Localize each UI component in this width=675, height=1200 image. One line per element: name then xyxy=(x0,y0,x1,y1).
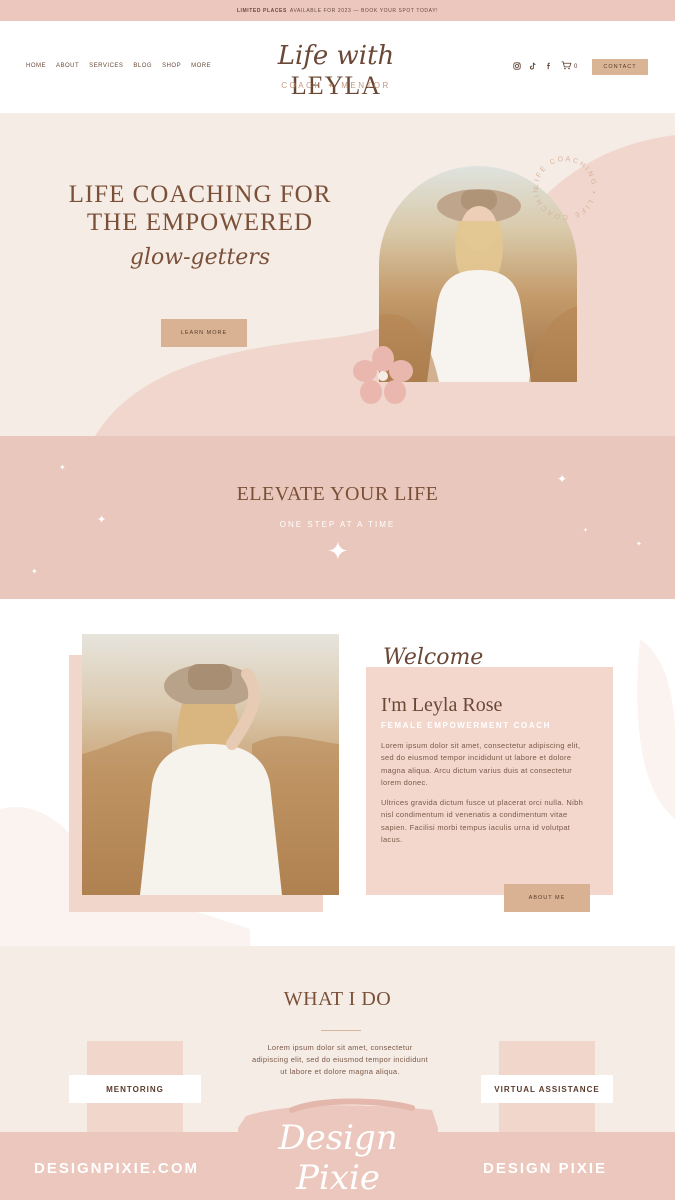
nav-services[interactable]: SERVICES xyxy=(89,63,123,69)
announcement-text: AVAILABLE FOR 2023 — BOOK YOUR SPOT TODA… xyxy=(289,7,439,14)
cart-icon[interactable] xyxy=(561,61,572,72)
about-paragraph-1: Lorem ipsum dolor sit amet, consectetur … xyxy=(381,741,581,787)
site-logo[interactable]: Life with LEYLA xyxy=(236,41,436,100)
footer-brand-name: DESIGN PIXIE xyxy=(483,1160,608,1177)
instagram-icon[interactable] xyxy=(513,61,521,72)
about-paragraph-2: Ultrices gravida dictum fusce ut placera… xyxy=(381,798,584,844)
nav-shop[interactable]: SHOP xyxy=(162,63,181,69)
facebook-icon[interactable] xyxy=(545,62,553,72)
learn-more-button[interactable]: LEARN MORE xyxy=(161,319,247,347)
nav-about[interactable]: ABOUT xyxy=(56,63,79,69)
nav-blog[interactable]: BLOG xyxy=(133,63,152,69)
hero-section: LIFE COACHING FOR THE EMPOWERED glow-get… xyxy=(0,113,675,436)
logo-script: Life with xyxy=(277,41,395,71)
about-role: FEMALE EMPOWERMENT COACH xyxy=(381,721,551,730)
nav-home[interactable]: HOME xyxy=(26,63,46,69)
sparkle-icon: ✦ xyxy=(59,463,66,472)
sparkle-icon: ✦ xyxy=(97,514,107,526)
hero-title: LIFE COACHING FOR THE EMPOWERED xyxy=(60,181,340,237)
announcement-bar: LIMITED PLACES AVAILABLE FOR 2023 — BOOK… xyxy=(0,0,675,21)
sparkle-icon: ✦ xyxy=(636,541,642,548)
sparkle-icon: ✦ xyxy=(327,536,349,566)
main-nav: HOME ABOUT SERVICES BLOG SHOP MORE xyxy=(26,63,211,69)
footer-brand-logo: Design Pixie xyxy=(278,1118,398,1198)
contact-button[interactable]: CONTACT xyxy=(592,59,648,75)
title-divider xyxy=(321,1030,361,1031)
welcome-script: Welcome xyxy=(383,645,484,670)
life-coaching-circle-text: LIFE COACHING • LIFE COACHING • xyxy=(530,153,597,220)
flower-icon xyxy=(353,346,413,404)
about-name: I'm Leyla Rose xyxy=(381,694,503,716)
sparkle-icon: ✦ xyxy=(583,528,589,534)
sparkle-icon: ✦ xyxy=(31,567,38,576)
about-section: Welcome I'm Leyla Rose FEMALE EMPOWERMEN… xyxy=(0,599,675,946)
hero-script: glow-getters xyxy=(129,245,271,270)
footer-website[interactable]: DESIGNPIXIE.COM xyxy=(34,1160,199,1177)
services-intro: Lorem ipsum dolor sit amet, consectetur … xyxy=(251,1043,429,1076)
service-virtual-assistance[interactable]: VIRTUAL ASSISTANCE xyxy=(481,1075,613,1103)
about-photo xyxy=(82,634,339,895)
social-links: 0 xyxy=(513,61,577,72)
elevate-band: ELEVATE YOUR LIFE ONE STEP AT A TIME ✦ ✦… xyxy=(0,436,675,599)
nav-more[interactable]: MORE xyxy=(191,63,211,69)
logo-tagline: COACH ✦ MENTOR xyxy=(281,81,391,90)
services-title: WHAT I DO xyxy=(283,988,392,1010)
site-header: HOME ABOUT SERVICES BLOG SHOP MORE Life … xyxy=(0,21,675,113)
hero-title-line-2: THE EMPOWERED xyxy=(86,209,314,236)
svg-text:LIFE COACHING • LIFE COACHING: LIFE COACHING • LIFE COACHING • xyxy=(530,153,597,220)
elevate-title: ELEVATE YOUR LIFE xyxy=(236,483,439,505)
service-mentoring[interactable]: MENTORING xyxy=(69,1075,201,1103)
sparkle-icon: ✦ xyxy=(557,472,568,486)
tiktok-icon[interactable] xyxy=(529,62,537,72)
hero-title-line-1: LIFE COACHING FOR xyxy=(68,181,332,208)
cart-count: 0 xyxy=(574,63,578,70)
announcement-highlight: LIMITED PLACES xyxy=(236,7,287,14)
about-me-button[interactable]: ABOUT ME xyxy=(504,884,590,912)
